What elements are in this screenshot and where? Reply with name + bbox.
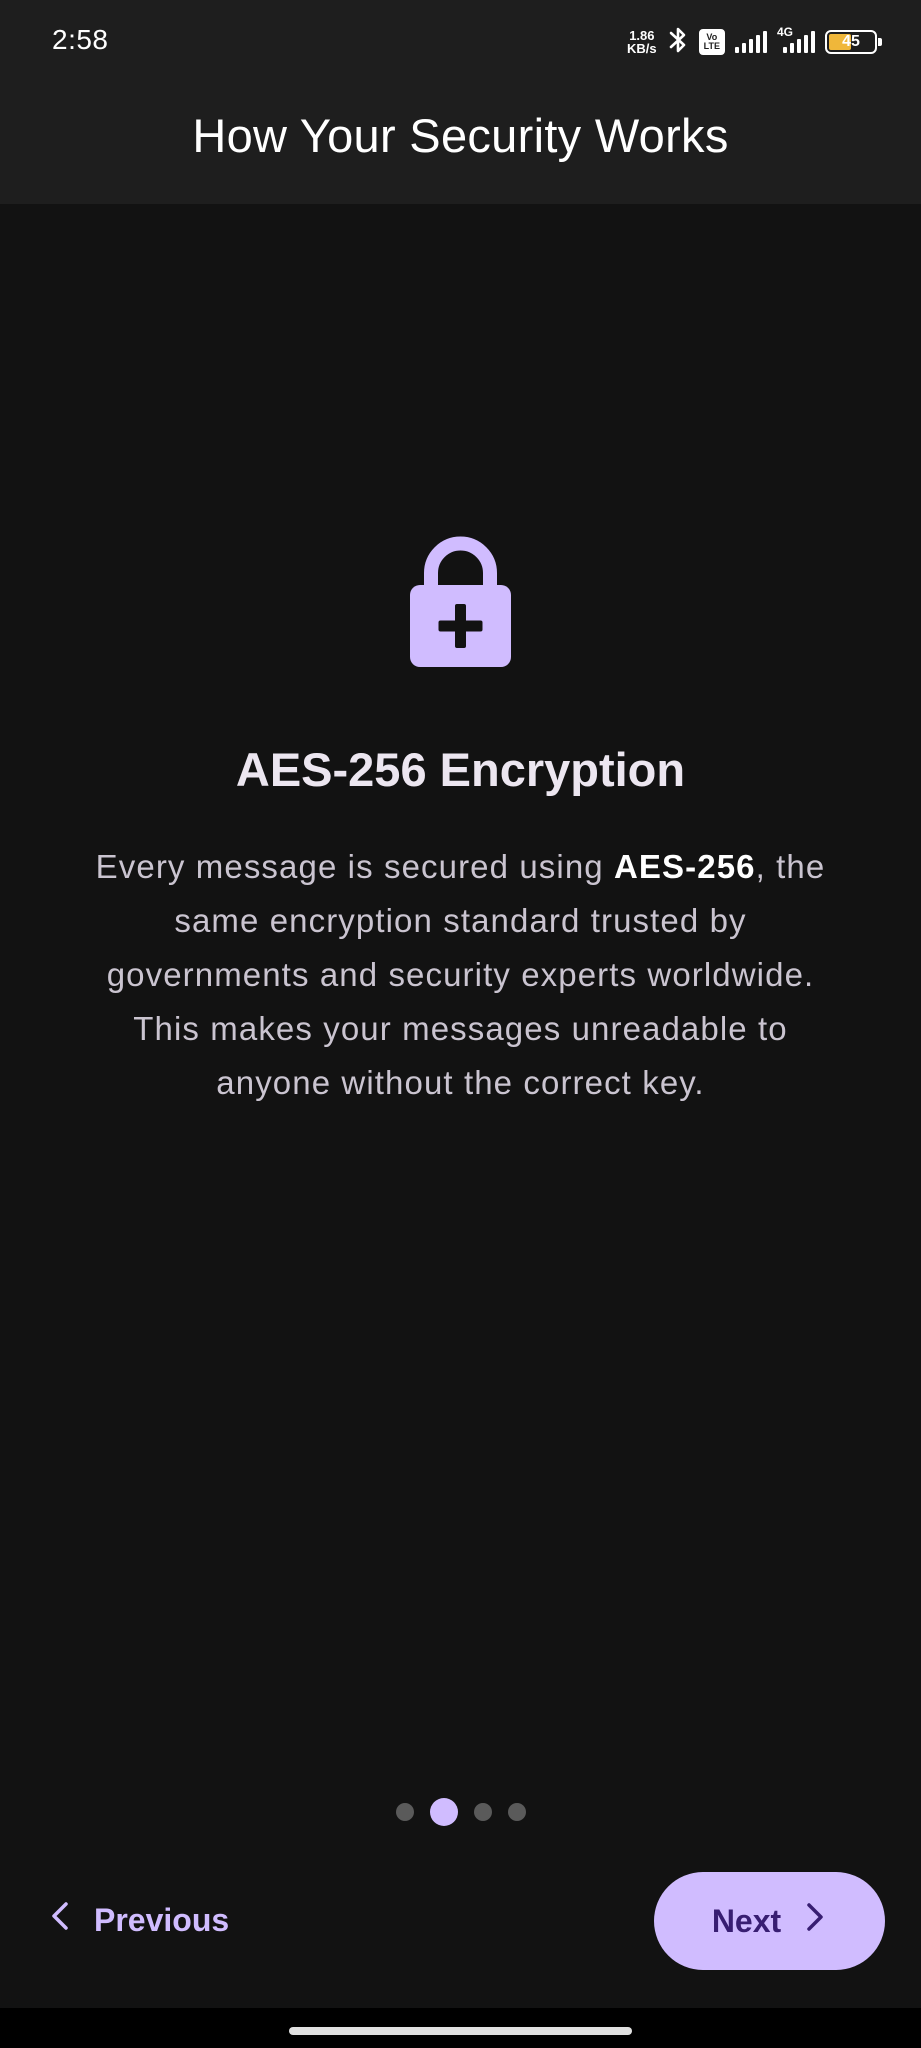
volte-icon: Vo LTE xyxy=(698,29,725,55)
signal-icon xyxy=(735,31,767,53)
status-icons: 1.86 KB/s Vo LTE 4G 45 xyxy=(627,22,882,62)
page-title: How Your Security Works xyxy=(192,109,729,162)
bluetooth-icon xyxy=(667,25,689,60)
home-gesture-handle[interactable] xyxy=(289,2027,632,2035)
network-speed-unit: KB/s xyxy=(627,41,657,56)
status-time: 2:58 xyxy=(52,24,109,55)
chevron-right-icon xyxy=(803,1899,827,1943)
signal-4g-icon: 4G xyxy=(777,25,815,53)
chevron-left-icon xyxy=(48,1898,72,1942)
volte-bottom-label: LTE xyxy=(703,41,720,51)
slide-description: Every message is secured using AES-256, … xyxy=(80,840,841,1110)
battery-icon: 45 xyxy=(825,30,882,54)
previous-button[interactable]: Previous xyxy=(48,1880,229,1960)
next-label: Next xyxy=(711,1902,782,1939)
status-bar: 2:58 1.86 KB/s Vo LTE 4G 45 xyxy=(0,0,921,84)
page-indicator xyxy=(0,1797,921,1827)
slide-title: AES-256 Encryption xyxy=(235,743,686,796)
battery-level: 45 xyxy=(842,33,860,50)
app-bar: 2:58 1.86 KB/s Vo LTE 4G 45 How Your Sec… xyxy=(0,0,921,204)
network-type-label: 4G xyxy=(777,25,794,39)
description-text-end: , the same encryption standard trusted b… xyxy=(106,848,826,1101)
lock-plus-icon xyxy=(410,535,511,667)
page-dot xyxy=(473,1803,492,1821)
page-dot xyxy=(395,1803,414,1821)
description-bold-term: AES-256 xyxy=(614,848,756,885)
system-nav-bar xyxy=(0,2008,921,2048)
previous-label: Previous xyxy=(94,1901,230,1938)
description-text-start: Every message is secured using xyxy=(95,848,614,885)
page-dot xyxy=(507,1803,526,1821)
page-dot-active xyxy=(429,1798,458,1826)
next-button[interactable]: Next xyxy=(654,1872,885,1970)
network-speed: 1.86 KB/s xyxy=(627,29,657,55)
